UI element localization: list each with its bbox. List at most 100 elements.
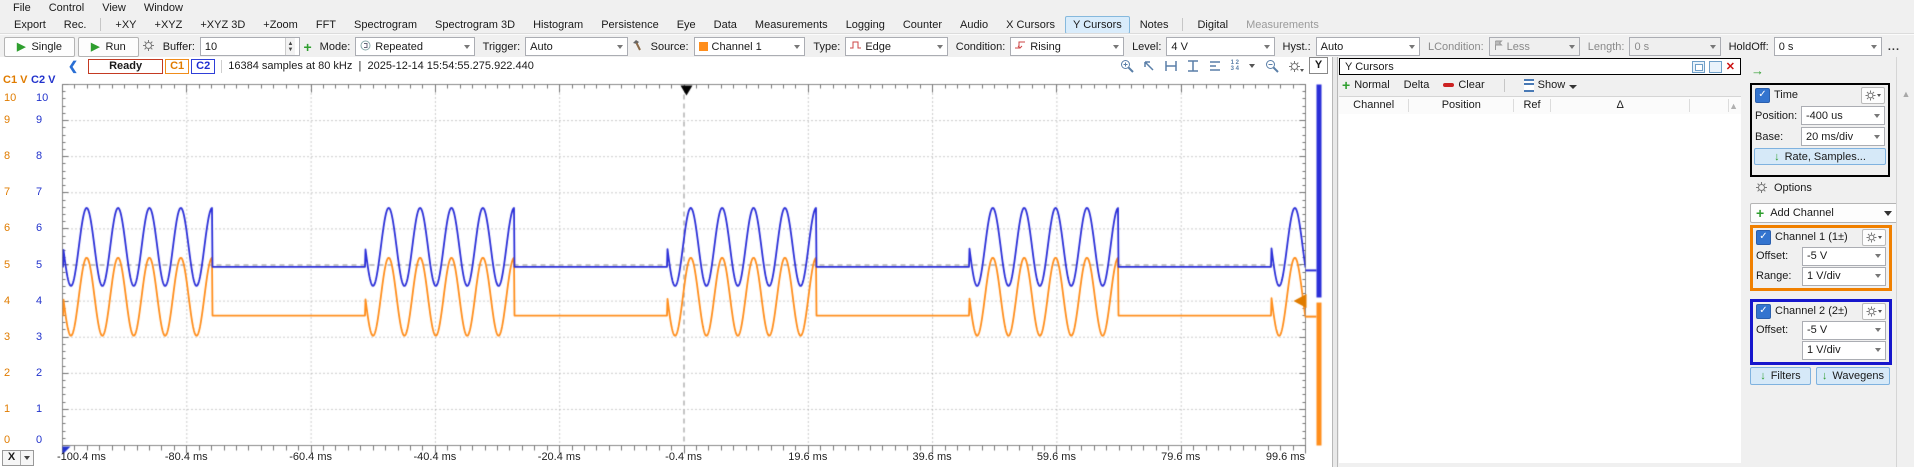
add-normal-cursor-button[interactable]: +Normal bbox=[1342, 77, 1390, 93]
tab-y-cursors[interactable]: Y Cursors bbox=[1065, 16, 1130, 34]
time-gear-button[interactable] bbox=[1861, 87, 1885, 104]
zoom-out-icon[interactable] bbox=[1265, 59, 1279, 73]
tab-spectrogram-3d[interactable]: Spectrogram 3D bbox=[427, 16, 523, 34]
level-select[interactable]: 4 V bbox=[1166, 37, 1274, 56]
add-delta-cursor-button[interactable]: Delta bbox=[1404, 79, 1430, 91]
channel2-gear-button[interactable] bbox=[1862, 303, 1886, 320]
tab-counter[interactable]: Counter bbox=[895, 16, 950, 34]
channel2-checkbox[interactable]: ✓ bbox=[1756, 304, 1771, 319]
tab-digital[interactable]: Digital bbox=[1189, 16, 1236, 34]
type-select[interactable]: Edge bbox=[845, 37, 947, 56]
edge-icon bbox=[850, 40, 861, 53]
history-back-icon[interactable]: ❮ bbox=[68, 59, 78, 73]
cursor-table-body[interactable] bbox=[1339, 114, 1741, 463]
toolbar-overflow-button[interactable]: ... bbox=[1888, 41, 1900, 53]
time-base-select[interactable]: 20 ms/div bbox=[1801, 127, 1885, 146]
x-tick-label: -40.4 ms bbox=[398, 451, 472, 463]
separator bbox=[1182, 18, 1183, 31]
filters-button[interactable]: ↓Filters bbox=[1750, 367, 1811, 385]
run-button[interactable]: ▶ Run bbox=[78, 37, 139, 57]
c1-y-tick-label: 0 bbox=[4, 434, 28, 446]
tab-export[interactable]: Export bbox=[6, 16, 54, 34]
menu-window[interactable]: Window bbox=[135, 1, 192, 15]
layout-quad-icon[interactable]: 1 23 4 bbox=[1231, 60, 1239, 72]
x-tick-label: 79.6 ms bbox=[1144, 451, 1218, 463]
level-value: 4 V bbox=[1171, 41, 1188, 53]
column-header-position[interactable]: Position bbox=[1409, 99, 1514, 112]
menu-control[interactable]: Control bbox=[40, 1, 93, 15]
mode-select[interactable]: Repeated bbox=[355, 37, 474, 56]
tab-eye[interactable]: Eye bbox=[669, 16, 704, 34]
buffer-input[interactable]: 10 ▲▼ bbox=[200, 37, 301, 56]
single-button[interactable]: ▶ Single bbox=[4, 37, 75, 57]
time-checkbox[interactable]: ✓ bbox=[1755, 88, 1770, 103]
plot-settings-gear-icon[interactable] bbox=[1288, 60, 1304, 73]
run-pointer-icon[interactable]: → bbox=[1751, 63, 1764, 78]
tab-data[interactable]: Data bbox=[706, 16, 745, 34]
tab-spectrogram[interactable]: Spectrogram bbox=[346, 16, 425, 34]
source-select[interactable]: Channel 1 bbox=[694, 37, 806, 56]
tab-fft[interactable]: FFT bbox=[308, 16, 344, 34]
clear-cursors-button[interactable]: Clear bbox=[1443, 79, 1484, 91]
close-window-icon[interactable]: ✕ bbox=[1726, 60, 1735, 73]
show-menu-button[interactable]: Show bbox=[1524, 79, 1578, 92]
menu-view[interactable]: View bbox=[93, 1, 135, 15]
vertical-zoom-icon[interactable] bbox=[1187, 59, 1199, 73]
pointer-icon[interactable] bbox=[1143, 60, 1155, 72]
waveform-canvas[interactable] bbox=[0, 57, 1332, 467]
maximize-window-icon[interactable] bbox=[1709, 61, 1722, 73]
add-channel-button[interactable]: + Add Channel bbox=[1750, 203, 1898, 223]
channel2-range-select[interactable]: 1 V/div bbox=[1802, 341, 1886, 360]
column-header-channel[interactable]: Channel bbox=[1339, 99, 1409, 112]
tab-rec-[interactable]: Rec. bbox=[56, 16, 95, 34]
channel1-color-swatch bbox=[699, 42, 708, 51]
trigger-select[interactable]: Auto bbox=[525, 37, 627, 56]
trigger-setup-hammer-icon[interactable] bbox=[631, 39, 643, 54]
channel1-checkbox[interactable]: ✓ bbox=[1756, 230, 1771, 245]
channel1-badge[interactable]: C1 bbox=[165, 59, 189, 74]
tab-measurements[interactable]: Measurements bbox=[747, 16, 836, 34]
level-label: Level: bbox=[1132, 41, 1161, 53]
condition-select[interactable]: Rising bbox=[1010, 37, 1124, 56]
menu-file[interactable]: File bbox=[4, 1, 40, 15]
acquisition-gear-icon[interactable] bbox=[142, 39, 155, 55]
tab-persistence[interactable]: Persistence bbox=[593, 16, 666, 34]
tab-histogram[interactable]: Histogram bbox=[525, 16, 591, 34]
tab--xy[interactable]: +XY bbox=[107, 16, 144, 34]
tab--xyz-3d[interactable]: +XYZ 3D bbox=[192, 16, 253, 34]
x-tick-label: 19.6 ms bbox=[771, 451, 845, 463]
x-axis-menu-button[interactable]: X bbox=[2, 450, 34, 466]
options-button[interactable]: Options bbox=[1755, 181, 1812, 194]
column-header-ref[interactable]: Ref bbox=[1514, 99, 1551, 112]
channel2-offset-select[interactable]: -5 V bbox=[1802, 321, 1886, 340]
y-axis-menu-button[interactable]: Y bbox=[1309, 57, 1328, 74]
horizontal-zoom-icon[interactable] bbox=[1164, 60, 1178, 72]
table-scroll-up-icon[interactable]: ▲ bbox=[1729, 101, 1741, 111]
tab-notes[interactable]: Notes bbox=[1132, 16, 1177, 34]
holdoff-select[interactable]: 0 s bbox=[1774, 37, 1882, 56]
y-cursors-titlebar[interactable]: Y Cursors ✕ bbox=[1339, 58, 1741, 75]
right-panel-scrollbar[interactable]: ▲ bbox=[1896, 57, 1914, 467]
c2-y-tick-label: 1 bbox=[36, 403, 60, 415]
rate-samples-button[interactable]: ↓ Rate, Samples... bbox=[1754, 148, 1886, 165]
zoom-in-icon[interactable] bbox=[1120, 59, 1134, 73]
tab-x-cursors[interactable]: X Cursors bbox=[998, 16, 1063, 34]
tab-logging[interactable]: Logging bbox=[838, 16, 893, 34]
tab-audio[interactable]: Audio bbox=[952, 16, 996, 34]
channel2-badge[interactable]: C2 bbox=[191, 59, 215, 74]
measure-icon[interactable] bbox=[1208, 60, 1222, 72]
time-position-select[interactable]: -400 us bbox=[1801, 106, 1885, 125]
wavegens-button[interactable]: ↓Wavegens bbox=[1816, 367, 1890, 385]
buffer-spinner[interactable]: ▲▼ bbox=[285, 38, 296, 55]
layout-caret-icon[interactable] bbox=[1248, 63, 1256, 69]
column-header-delta[interactable]: Δ bbox=[1551, 99, 1691, 112]
add-buffer-icon[interactable]: + bbox=[303, 39, 311, 55]
channel1-offset-select[interactable]: -5 V bbox=[1802, 247, 1886, 266]
hysteresis-select[interactable]: Auto bbox=[1316, 37, 1420, 56]
channel1-gear-button[interactable] bbox=[1862, 229, 1886, 246]
tab--zoom[interactable]: +Zoom bbox=[255, 16, 306, 34]
tab--xyz[interactable]: +XYZ bbox=[147, 16, 191, 34]
float-window-icon[interactable] bbox=[1692, 61, 1705, 73]
c2-y-tick-label: 3 bbox=[36, 331, 60, 343]
channel1-range-select[interactable]: 1 V/div bbox=[1802, 267, 1886, 286]
